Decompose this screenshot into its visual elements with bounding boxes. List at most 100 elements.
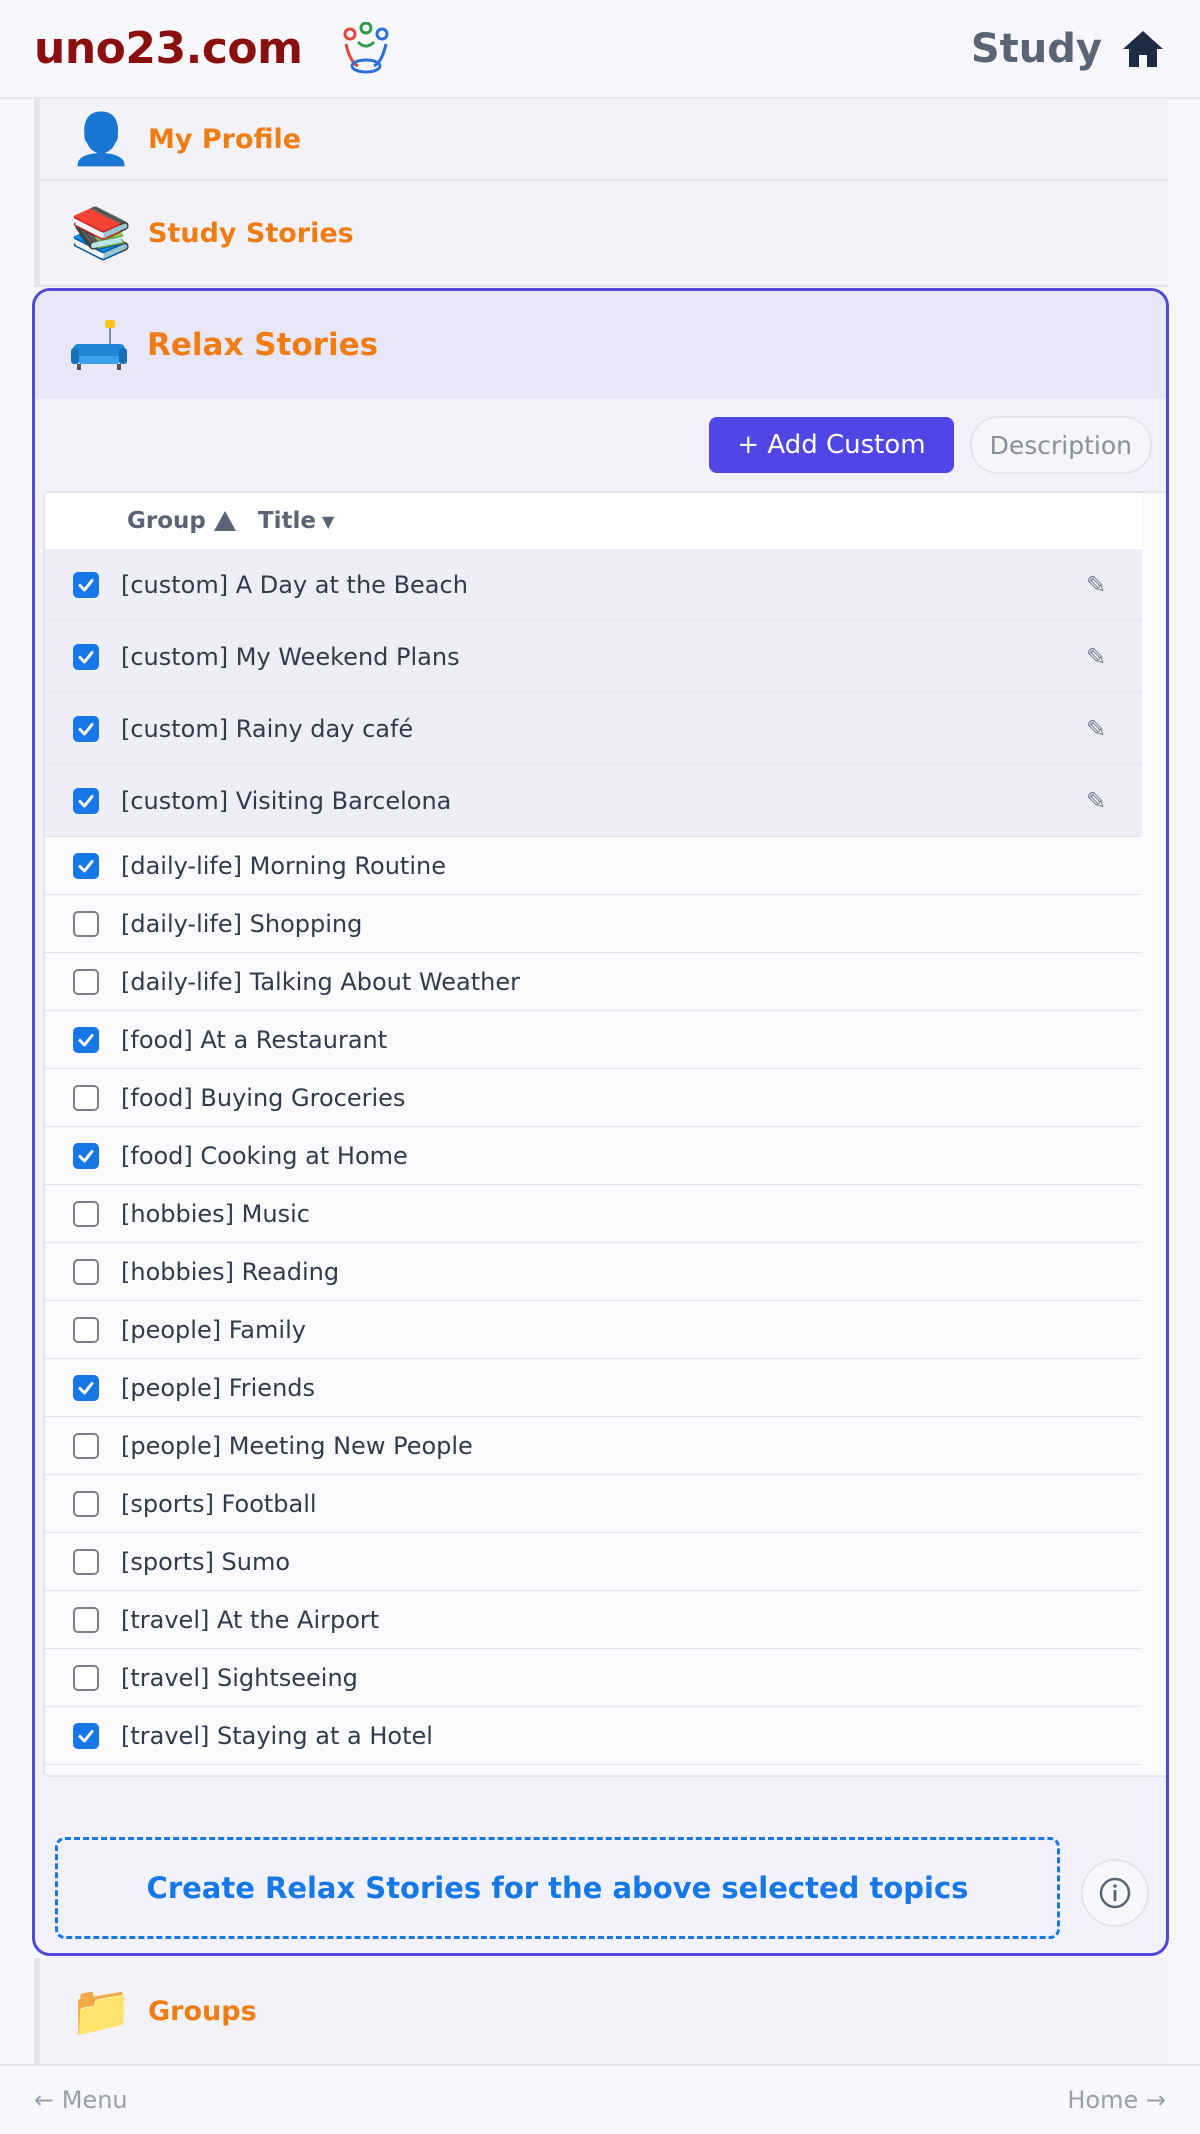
topic-label: [food] Cooking at Home [121, 1141, 408, 1170]
list-item[interactable]: [daily-life] Talking About Weather [45, 953, 1142, 1011]
list-item[interactable]: [daily-life] Morning Routine [45, 837, 1142, 895]
list-item[interactable]: [sports] Sumo [45, 1533, 1142, 1591]
sidebar-item-groups[interactable]: 📁 Groups [34, 1958, 1168, 2064]
topic-checkbox[interactable] [73, 1664, 99, 1691]
topic-checkbox[interactable] [73, 1606, 99, 1633]
info-button[interactable] [1081, 1859, 1149, 1927]
relax-toolbar: + Add Custom Description [35, 399, 1166, 491]
checkmark-icon [78, 578, 94, 591]
checkmark-icon [78, 1149, 94, 1162]
sidebar-item-label: Relax Stories [147, 327, 379, 363]
topic-checkbox[interactable] [73, 1142, 99, 1169]
column-header-title: Title [257, 508, 316, 534]
topic-label: [travel] Sightseeing [121, 1663, 358, 1692]
sofa-lamp-icon [71, 320, 127, 370]
sidebar-item-relax-stories[interactable]: Relax Stories [35, 291, 1166, 399]
home-icon[interactable] [1120, 26, 1166, 72]
menu-link[interactable]: ← Menu [34, 2086, 128, 2114]
topic-label: [food] Buying Groceries [121, 1083, 406, 1112]
sort-by-group[interactable]: Group [127, 508, 236, 534]
topic-items: [custom] A Day at the Beach ✎ [custom] My … [45, 549, 1166, 1765]
checkmark-icon [78, 1381, 94, 1394]
info-icon [1099, 1877, 1131, 1909]
list-item[interactable]: [travel] At the Airport [45, 1591, 1142, 1649]
checkmark-icon [78, 650, 94, 663]
topic-label: [travel] Staying at a Hotel [121, 1721, 433, 1750]
topic-checkbox[interactable] [73, 715, 99, 742]
add-custom-button[interactable]: + Add Custom [709, 417, 954, 473]
pencil-icon[interactable]: ✎ [1066, 715, 1126, 743]
topic-checkbox[interactable] [73, 910, 99, 937]
topic-label: [hobbies] Reading [121, 1257, 340, 1286]
topic-checkbox[interactable] [73, 787, 99, 814]
folder-icon: 📁 [70, 1981, 133, 2040]
list-item[interactable]: [travel] Sightseeing [45, 1649, 1142, 1707]
topic-checkbox[interactable] [73, 643, 99, 670]
sidebar-item-study-stories[interactable]: 📚 Study Stories [34, 181, 1168, 287]
topic-checkbox[interactable] [73, 1026, 99, 1053]
app-header: uno23.com Study [0, 0, 1200, 99]
topic-label: [food] At a Restaurant [121, 1025, 388, 1054]
topic-checkbox[interactable] [73, 1722, 99, 1749]
topic-label: [people] Meeting New People [121, 1431, 473, 1460]
list-item[interactable]: [travel] Staying at a Hotel [45, 1707, 1142, 1765]
topic-checkbox[interactable] [73, 571, 99, 598]
topic-label: [travel] At the Airport [121, 1605, 380, 1634]
create-area: Create Relax Stories for the above selec… [35, 1777, 1166, 1953]
list-item[interactable]: [food] Cooking at Home [45, 1127, 1142, 1185]
list-item[interactable]: [hobbies] Music [45, 1185, 1142, 1243]
pencil-icon[interactable]: ✎ [1066, 787, 1126, 815]
list-item[interactable]: [sports] Football [45, 1475, 1142, 1533]
topic-checkbox[interactable] [73, 1200, 99, 1227]
list-item[interactable]: [people] Family [45, 1301, 1142, 1359]
description-button[interactable]: Description [969, 416, 1152, 474]
topic-label: [hobbies] Music [121, 1199, 310, 1228]
study-label: Study [970, 25, 1102, 72]
topic-checkbox[interactable] [73, 1374, 99, 1401]
topic-label: [daily-life] Talking About Weather [121, 967, 520, 996]
topic-checkbox[interactable] [73, 1548, 99, 1575]
topic-checkbox[interactable] [73, 1432, 99, 1459]
column-header-group: Group [127, 508, 206, 534]
sort-asc-icon [213, 511, 236, 531]
topic-label: [sports] Football [121, 1489, 317, 1518]
list-item[interactable]: [daily-life] Shopping [45, 895, 1142, 953]
list-item[interactable]: [food] Buying Groceries [45, 1069, 1142, 1127]
list-item[interactable]: [food] At a Restaurant [45, 1011, 1142, 1069]
people-circle-logo-icon [343, 21, 389, 73]
topic-checkbox[interactable] [73, 968, 99, 995]
relax-stories-panel: Relax Stories + Add Custom Description G… [32, 288, 1169, 1956]
site-logo[interactable]: uno23.com [34, 23, 303, 74]
list-item[interactable]: [custom] Visiting Barcelona ✎ [45, 765, 1142, 837]
topic-checkbox[interactable] [73, 1258, 99, 1285]
topic-label: [sports] Sumo [121, 1547, 291, 1576]
topic-checkbox[interactable] [73, 1490, 99, 1517]
user-icon: 👤 [70, 109, 133, 168]
sidebar-item-my-profile[interactable]: 👤 My Profile [34, 99, 1168, 181]
list-item[interactable]: [people] Friends [45, 1359, 1142, 1417]
create-relax-stories-button[interactable]: Create Relax Stories for the above selec… [55, 1837, 1060, 1939]
topic-label: [custom] My Weekend Plans [121, 642, 460, 671]
checkmark-icon [78, 1033, 94, 1046]
pencil-icon[interactable]: ✎ [1066, 571, 1126, 599]
pencil-icon[interactable]: ✎ [1066, 643, 1126, 671]
list-item[interactable]: [people] Meeting New People [45, 1417, 1142, 1475]
topic-checkbox[interactable] [73, 1084, 99, 1111]
topic-label: [people] Friends [121, 1373, 316, 1402]
topic-list: Group Title ▼ [custom] A Day at the Beac… [43, 491, 1166, 1777]
topic-checkbox[interactable] [73, 852, 99, 879]
home-link[interactable]: Home → [1067, 2086, 1166, 2114]
topic-checkbox[interactable] [73, 1316, 99, 1343]
list-item[interactable]: [custom] My Weekend Plans ✎ [45, 621, 1142, 693]
checkmark-icon [78, 794, 94, 807]
sidebar-item-label: My Profile [148, 123, 302, 155]
list-item[interactable]: [hobbies] Reading [45, 1243, 1142, 1301]
list-item[interactable]: [custom] A Day at the Beach ✎ [45, 549, 1142, 621]
checkmark-icon [78, 722, 94, 735]
list-item[interactable]: [custom] Rainy day café ✎ [45, 693, 1142, 765]
sidebar-item-label: Groups [148, 1995, 257, 2027]
topic-label: [people] Family [121, 1315, 306, 1344]
sidebar-item-label: Study Stories [148, 217, 354, 249]
checkmark-icon [78, 1729, 94, 1742]
sort-by-title[interactable]: Title ▼ [258, 508, 334, 534]
